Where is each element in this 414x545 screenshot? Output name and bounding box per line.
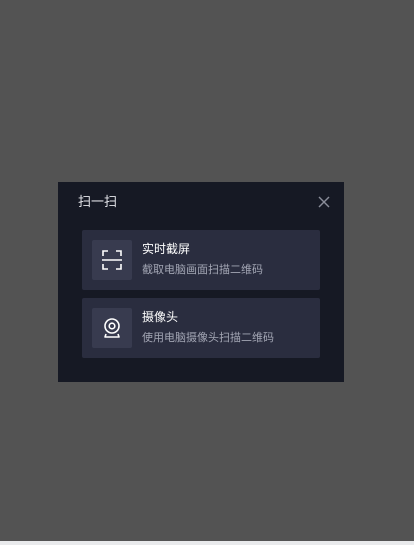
option-description: 使用电脑摄像头扫描二维码 [142, 331, 274, 344]
option-title: 摄像头 [142, 310, 179, 324]
option-title: 实时截屏 [142, 242, 191, 256]
close-icon [318, 196, 330, 208]
camera-scan-option[interactable]: 摄像头 使用电脑摄像头扫描二维码 [82, 298, 320, 358]
screenshot-scan-option[interactable]: 实时截屏 截取电脑画面扫描二维码 [82, 230, 320, 290]
close-button[interactable] [316, 194, 332, 210]
option-description: 截取电脑画面扫描二维码 [142, 263, 263, 276]
bottom-edge [0, 541, 414, 545]
screenshot-frame-icon [102, 250, 122, 270]
screenshot-icon-box [92, 240, 132, 280]
dialog-title: 扫一扫 [78, 195, 118, 210]
scan-dialog: 扫一扫 实时截屏 截取电脑画面扫描二维码 摄像头 使用电脑摄像头扫描二维码 [58, 182, 344, 382]
webcam-icon [104, 318, 120, 338]
camera-icon-box [92, 308, 132, 348]
